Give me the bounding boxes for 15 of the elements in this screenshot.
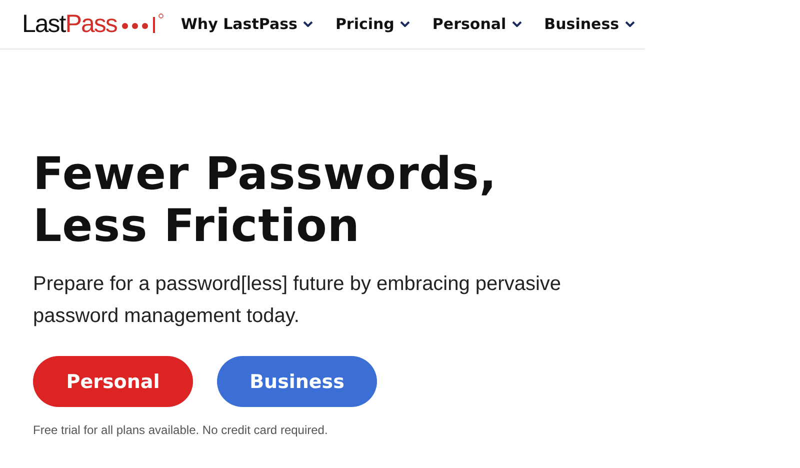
cta-button[interactable]: Personal (33, 356, 193, 407)
subtitle: Prepare for a password[less] future by embracing pervasive password management today. (33, 272, 562, 329)
headline: Fewer Passwords, Less Friction (33, 148, 498, 252)
logo[interactable]: LastPass (22, 10, 117, 38)
chevron-icon (303, 21, 314, 27)
dots-icon (120, 13, 165, 35)
chevron-icon (512, 21, 522, 27)
chevron-icon (400, 21, 410, 27)
trial-note: Free trial for all plans available. No credit card required. (33, 423, 329, 437)
nav-menu-item[interactable]: Why LastPass (180, 15, 314, 33)
chevron-icon (625, 21, 636, 27)
nav-menu-item[interactable]: Personal (432, 15, 522, 33)
nav-menu-item[interactable]: Business (544, 15, 636, 33)
cta-button[interactable]: Business (217, 356, 377, 407)
nav-menu-item[interactable]: Pricing (335, 15, 410, 33)
